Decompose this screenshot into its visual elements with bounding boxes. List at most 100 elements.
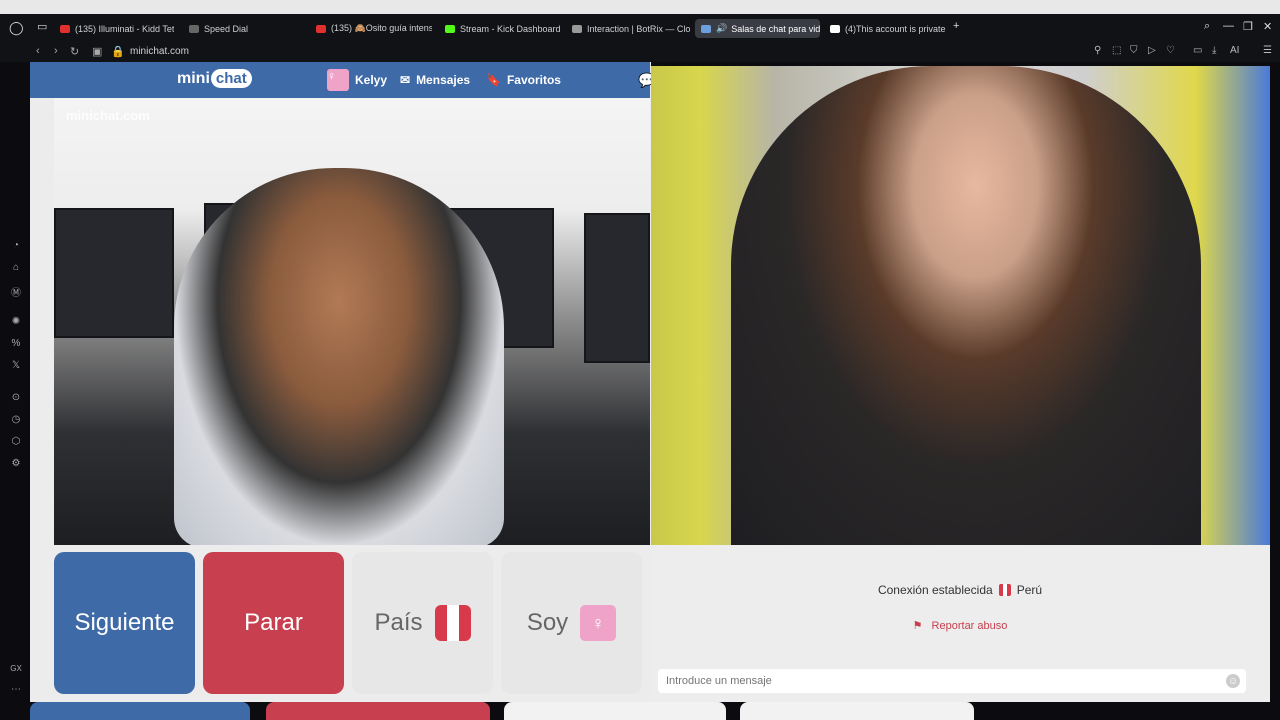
- status-text: Conexión establecida: [877, 583, 993, 597]
- logo-left: mini: [177, 69, 210, 87]
- nav-messages-label: Mensajes: [416, 73, 471, 87]
- remote-person: [731, 66, 1201, 545]
- report-abuse-link[interactable]: ⚑ Reportar abuso: [650, 619, 1270, 632]
- remote-video: [651, 66, 1270, 545]
- history-icon[interactable]: ◷: [10, 414, 22, 425]
- peek-blue: [30, 702, 250, 720]
- maximize-icon[interactable]: ❐: [1243, 20, 1253, 33]
- minimize-icon[interactable]: —: [1223, 20, 1234, 32]
- status-country: Perú: [1016, 583, 1043, 597]
- stop-label: Parar: [244, 609, 303, 636]
- snapshot-icon[interactable]: ⬚: [1112, 45, 1121, 56]
- minichat-page: mini chat ♀ Kelyy ✉ Mensajes 🔖 Favoritos…: [30, 62, 1270, 720]
- logo-right: chat: [210, 69, 252, 88]
- play-icon[interactable]: ▷: [1148, 45, 1156, 56]
- flag-icon: ⚑: [912, 620, 923, 632]
- country-label: País: [374, 609, 423, 636]
- message-input[interactable]: [658, 669, 1246, 693]
- nav-messages[interactable]: ✉ Mensajes: [400, 73, 470, 87]
- watermark: minichat.com: [66, 108, 150, 123]
- nav-profile[interactable]: ♀ Kelyy: [327, 69, 387, 91]
- tab-label: Speed Dial: [204, 23, 249, 34]
- extensions-icon[interactable]: ⬡: [10, 436, 22, 447]
- tiktok-icon: [830, 24, 840, 33]
- back-icon[interactable]: ‹: [36, 45, 40, 57]
- tab-switcher-icon[interactable]: ▭: [37, 20, 47, 33]
- youtube-icon: [316, 24, 326, 33]
- female-avatar-icon: ♀: [580, 605, 617, 641]
- gx-label[interactable]: GX: [10, 664, 22, 673]
- forward-icon[interactable]: ›: [54, 45, 58, 57]
- background-monitor: [54, 208, 174, 338]
- report-label: Reportar abuso: [931, 620, 1008, 632]
- bag-icon[interactable]: ⌂: [10, 262, 22, 273]
- player-icon[interactable]: ⊙: [10, 392, 22, 403]
- shield-icon[interactable]: ⛉: [1130, 45, 1138, 56]
- new-tab-icon[interactable]: +: [953, 20, 959, 32]
- chatgpt-icon[interactable]: ✺: [10, 316, 22, 327]
- country-button[interactable]: País: [352, 552, 493, 694]
- speed-icon[interactable]: ◔: [10, 240, 22, 251]
- speed-dial-icon: [189, 24, 199, 33]
- close-icon[interactable]: ✕: [1263, 20, 1272, 33]
- m-icon[interactable]: Ⓜ: [10, 284, 22, 299]
- page-scrollbar[interactable]: [1270, 62, 1280, 720]
- tab-minichat[interactable]: 🔊 Salas de chat para vide: [695, 19, 820, 38]
- tab-youtube-2[interactable]: (135) 🙈Osito guía intensi: [310, 19, 432, 38]
- lock-icon: 🔒: [111, 46, 125, 58]
- menu-icon[interactable]: ☰: [1263, 45, 1272, 56]
- botrix-icon: [572, 24, 582, 33]
- tab-kick[interactable]: Stream - Kick Dashboard: [439, 19, 561, 38]
- heart-icon[interactable]: ♡: [1166, 45, 1175, 56]
- tab-label: (135) 🙈Osito guía intensi: [331, 23, 432, 33]
- background-monitor: [584, 213, 650, 363]
- wallet-icon[interactable]: ▭: [1193, 45, 1202, 56]
- chat-icon: [701, 24, 711, 33]
- peek-grey: [504, 702, 726, 720]
- peru-flag-icon: [434, 605, 471, 641]
- opera-logo-icon[interactable]: ◯: [9, 20, 24, 36]
- browser-tab-bar: ◯ ▭ (135) Illuminati - Kidd Teto Speed D…: [0, 14, 1280, 42]
- youtube-icon: [60, 24, 70, 33]
- peru-flag-icon: [998, 584, 1011, 596]
- nav-favorites[interactable]: 🔖 Favoritos: [486, 73, 561, 87]
- next-label: Siguiente: [74, 609, 175, 636]
- search-icon[interactable]: ⌕: [1204, 20, 1210, 33]
- local-person: [174, 168, 504, 545]
- nav-profile-label: Kelyy: [355, 73, 388, 87]
- x-icon[interactable]: 𝕏: [10, 360, 22, 371]
- browser-sidebar: ◔ ⌂ Ⓜ ✺ % 𝕏 ⊙ ◷ ⬡ ⚙ GX ⋯: [0, 62, 30, 720]
- next-button[interactable]: Siguiente: [54, 552, 195, 694]
- reload-icon[interactable]: ↻: [70, 45, 79, 58]
- camera-icon[interactable]: ▣: [92, 45, 102, 58]
- gender-label: Soy: [526, 609, 569, 636]
- site-header: mini chat ♀ Kelyy ✉ Mensajes 🔖 Favoritos…: [30, 62, 655, 98]
- emoji-icon[interactable]: ☺: [1226, 674, 1240, 688]
- more-icon[interactable]: ⋯: [10, 684, 22, 695]
- peek-red: [266, 702, 490, 720]
- tab-botrix[interactable]: Interaction | BotRix — Clou: [566, 19, 690, 38]
- envelope-icon: ✉: [400, 73, 411, 87]
- tab-label: (4)This account is private.: [845, 23, 946, 34]
- download-icon[interactable]: ⤓: [1212, 45, 1216, 56]
- tab-speed-dial[interactable]: Speed Dial: [183, 19, 303, 38]
- url-field[interactable]: minichat.com: [130, 46, 189, 57]
- tab-label: Salas de chat para vide: [731, 23, 820, 34]
- tab-youtube-1[interactable]: (135) Illuminati - Kidd Teto: [54, 19, 174, 38]
- female-avatar-icon: ♀: [327, 69, 349, 91]
- chat-panel: Conexión establecida Perú ⚑ Reportar abu…: [650, 545, 1270, 720]
- local-video: minichat.com: [54, 98, 650, 545]
- pin-icon[interactable]: ⚲: [1094, 45, 1101, 56]
- control-buttons: Siguiente Parar País Soy ♀: [54, 552, 650, 694]
- gender-button[interactable]: Soy ♀: [501, 552, 642, 694]
- percent-icon[interactable]: %: [10, 338, 22, 349]
- settings-icon[interactable]: ⚙: [10, 458, 22, 469]
- window-top-strip: [0, 0, 1280, 14]
- nav-favorites-label: Favoritos: [506, 73, 561, 87]
- bottom-peek-row: [30, 702, 1270, 720]
- tab-tiktok[interactable]: (4)This account is private.: [824, 19, 946, 38]
- bookmark-icon: 🔖: [486, 73, 501, 87]
- ai-icon[interactable]: AI: [1230, 45, 1239, 56]
- stop-button[interactable]: Parar: [203, 552, 344, 694]
- minichat-logo[interactable]: mini chat: [177, 69, 252, 88]
